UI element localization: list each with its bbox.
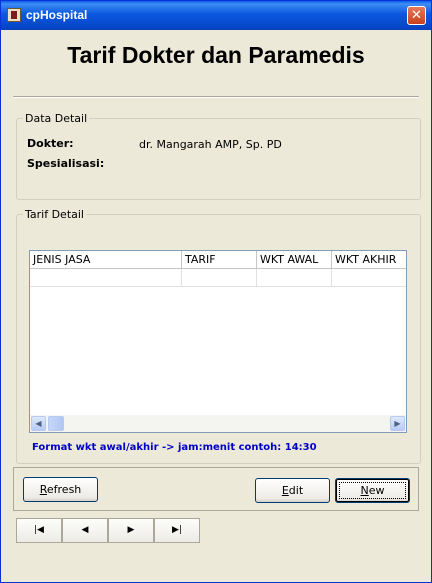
edit-button[interactable]: Edit	[255, 478, 330, 503]
column-header-wkt-awal[interactable]: WKT AWAL	[257, 251, 332, 269]
dokter-label: Dokter:	[27, 137, 74, 150]
first-record-button[interactable]: |◀	[16, 518, 62, 543]
next-record-button[interactable]: ▶	[108, 518, 154, 543]
tarif-grid[interactable]: JENIS JASA TARIF WKT AWAL WKT AKHIR ◀ ▶	[29, 250, 407, 433]
tarif-detail-legend: Tarif Detail	[25, 208, 84, 221]
data-detail-legend: Data Detail	[25, 112, 88, 125]
grid-cell[interactable]	[30, 269, 182, 287]
column-header-jenis-jasa[interactable]: JENIS JASA	[30, 251, 182, 269]
refresh-label: efresh	[46, 483, 82, 496]
column-header-wkt-akhir[interactable]: WKT AKHIR	[332, 251, 406, 269]
grid-cell[interactable]	[182, 269, 257, 287]
title-bar[interactable]: cpHospital ✕	[1, 1, 431, 30]
spesialisasi-label: Spesialisasi:	[27, 157, 105, 170]
refresh-button[interactable]: Refresh	[23, 477, 98, 502]
data-detail-group: Data Detail	[16, 112, 421, 200]
time-format-hint: Format wkt awal/akhir -> jam:menit conto…	[32, 442, 317, 453]
window-title: cpHospital	[26, 8, 88, 22]
edit-label: dit	[288, 484, 304, 497]
new-button[interactable]: New	[335, 478, 410, 503]
focus-ring	[339, 482, 406, 499]
page-title: Tarif Dokter dan Paramedis	[67, 42, 365, 68]
divider	[13, 96, 419, 98]
last-record-button[interactable]: ▶|	[154, 518, 200, 543]
horizontal-scrollbar[interactable]: ◀ ▶	[30, 415, 406, 432]
column-header-tarif[interactable]: TARIF	[182, 251, 257, 269]
close-button[interactable]: ✕	[407, 6, 426, 25]
grid-cell[interactable]	[332, 269, 406, 287]
edit-accel: E	[281, 484, 289, 497]
app-window: cpHospital ✕ Tarif Dokter dan Paramedis …	[0, 0, 432, 583]
scroll-left-icon[interactable]: ◀	[31, 416, 46, 431]
scroll-thumb[interactable]	[48, 416, 64, 431]
refresh-accel: R	[39, 483, 47, 496]
grid-cell[interactable]	[257, 269, 332, 287]
scroll-right-icon[interactable]: ▶	[390, 416, 405, 431]
previous-record-button[interactable]: ◀	[62, 518, 108, 543]
dokter-value: dr. Mangarah AMP, Sp. PD	[139, 138, 282, 151]
app-icon	[7, 8, 21, 22]
